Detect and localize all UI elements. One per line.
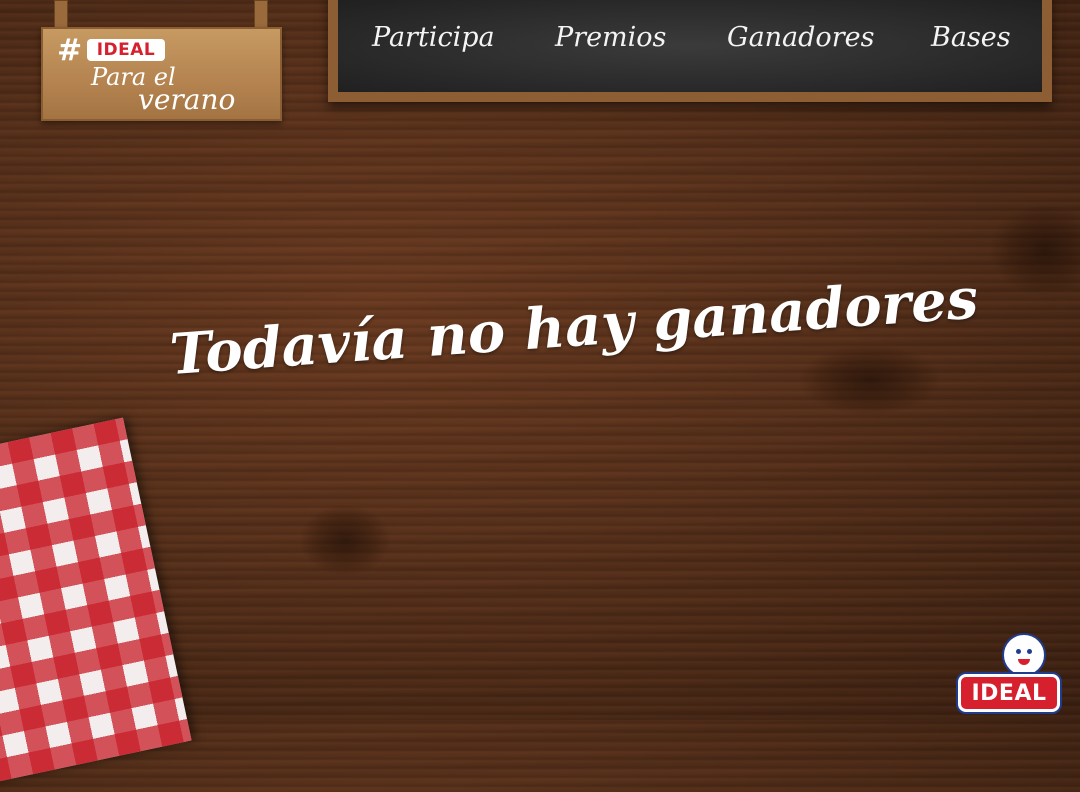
ideal-footer-label: IDEAL bbox=[971, 680, 1047, 706]
ideal-brand-badge: IDEAL bbox=[87, 39, 165, 61]
wood-knot bbox=[990, 205, 1080, 295]
checkered-tablecloth bbox=[0, 417, 192, 792]
ideal-brand-label: IDEAL bbox=[96, 40, 156, 60]
mascot-icon bbox=[1002, 633, 1046, 677]
wood-knot bbox=[300, 505, 390, 575]
chalkboard-nav: Participa Premios Ganadores Bases bbox=[328, 0, 1052, 102]
sign-line-2: verano bbox=[138, 83, 236, 116]
chalkboard-surface: Participa Premios Ganadores Bases bbox=[338, 0, 1042, 92]
nav-premios[interactable]: Premios bbox=[555, 22, 666, 53]
nav-ganadores[interactable]: Ganadores bbox=[727, 22, 874, 53]
hashtag-symbol: # bbox=[57, 33, 83, 68]
nav-participa[interactable]: Participa bbox=[372, 22, 495, 53]
nav-bases[interactable]: Bases bbox=[931, 22, 1011, 53]
campaign-logo-sign[interactable]: # IDEAL Para el verano bbox=[41, 27, 282, 121]
ideal-footer-logo[interactable]: IDEAL bbox=[958, 674, 1060, 712]
wood-knot bbox=[800, 345, 940, 415]
